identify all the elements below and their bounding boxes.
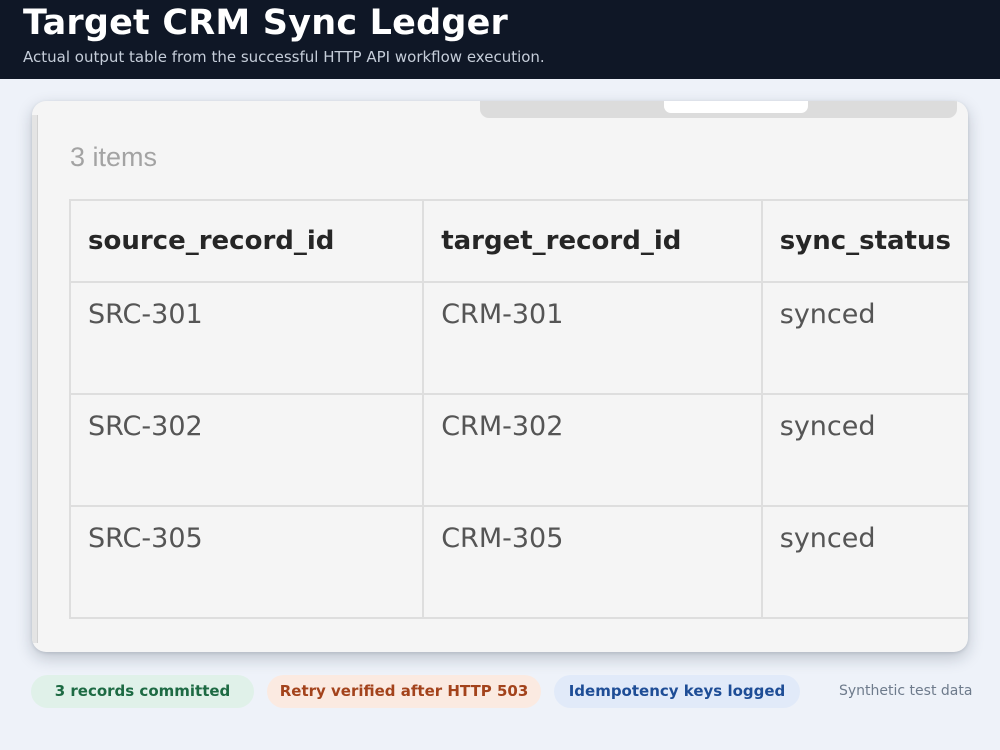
idempotency-keys-badge: Idempotency keys logged: [554, 675, 800, 708]
horizontal-scrollbar-thumb[interactable]: [664, 101, 808, 113]
synthetic-data-note: Synthetic test data: [839, 683, 973, 699]
page-subtitle: Actual output table from the successful …: [23, 48, 545, 66]
column-header-target-record-id[interactable]: target_record_id: [422, 199, 763, 283]
table-header-row: source_record_id target_record_id sync_s…: [68, 199, 968, 283]
results-table: source_record_id target_record_id sync_s…: [68, 199, 968, 619]
page-title: Target CRM Sync Ledger: [23, 3, 509, 43]
table-cell-source-record-id: SRC-302: [68, 393, 425, 507]
table-cell-sync-status: synced: [760, 393, 968, 507]
table-row: SRC-302 CRM-302 synced: [68, 393, 968, 507]
table-cell-target-record-id: CRM-305: [422, 505, 763, 619]
table-cell-source-record-id: SRC-301: [68, 281, 425, 395]
table-cell-target-record-id: CRM-302: [422, 393, 763, 507]
results-card: 3 items source_record_id target_record_i…: [32, 101, 968, 652]
retry-verified-badge: Retry verified after HTTP 503: [267, 675, 541, 708]
column-header-source-record-id[interactable]: source_record_id: [68, 199, 425, 283]
table-row: SRC-301 CRM-301 synced: [68, 281, 968, 395]
page-header: Target CRM Sync Ledger Actual output tab…: [0, 0, 1000, 79]
column-header-sync-status[interactable]: sync_status: [760, 199, 968, 283]
table-cell-sync-status: synced: [760, 281, 968, 395]
items-count: 3 items: [70, 142, 158, 172]
records-committed-badge: 3 records committed: [31, 675, 254, 708]
table-row: SRC-305 CRM-305 synced: [68, 505, 968, 619]
table-cell-sync-status: synced: [760, 505, 968, 619]
table-cell-source-record-id: SRC-305: [68, 505, 425, 619]
horizontal-scrollbar-track[interactable]: [480, 101, 957, 118]
table-cell-target-record-id: CRM-301: [422, 281, 763, 395]
card-left-edge: [32, 115, 38, 643]
